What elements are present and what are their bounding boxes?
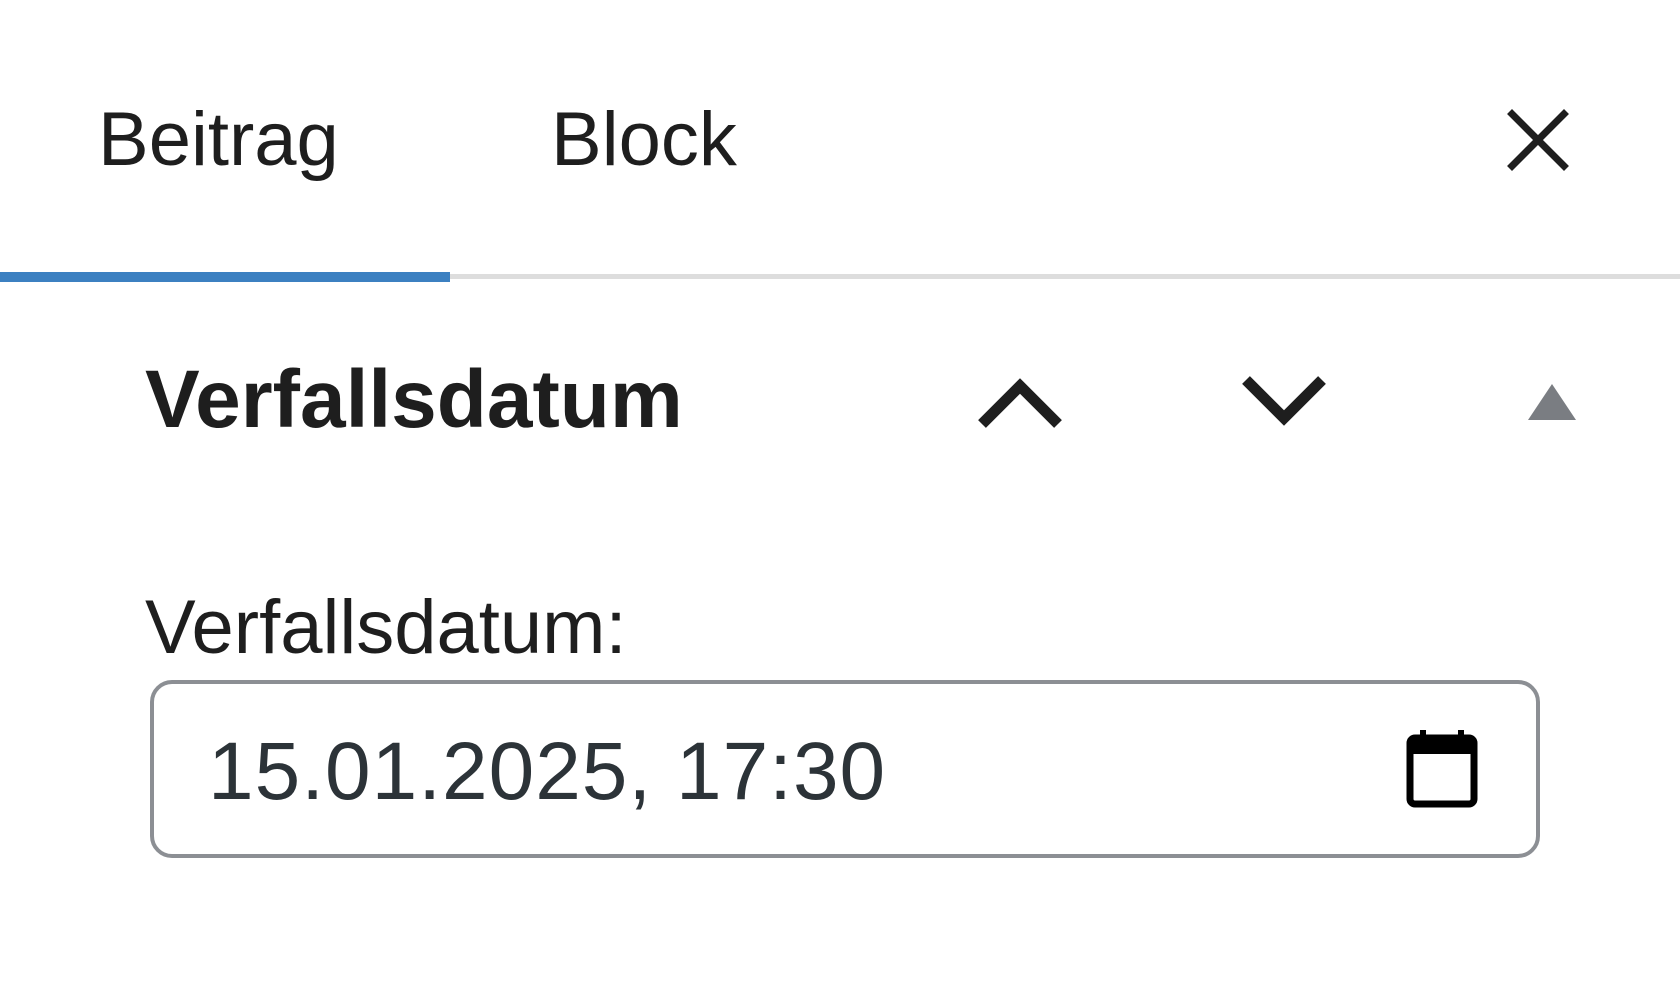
tab-block[interactable]: Block [551, 92, 737, 188]
chevron-up-icon [976, 374, 1064, 435]
active-tab-indicator [0, 272, 450, 282]
calendar-picker-button[interactable] [1406, 728, 1478, 808]
date-input-value: 15.01.2025, 17:30 [208, 726, 887, 817]
calendar-icon [1406, 730, 1478, 812]
triangle-up-icon [1526, 382, 1578, 427]
move-down-button[interactable] [1236, 356, 1332, 452]
panel-title: Verfallsdatum [145, 354, 683, 445]
expiration-date-label: Verfallsdatum: [145, 585, 627, 670]
chevron-down-icon [1240, 374, 1328, 435]
expiration-date-input[interactable]: 15.01.2025, 17:30 [150, 680, 1540, 858]
close-icon [1506, 108, 1570, 177]
tab-post[interactable]: Beitrag [98, 92, 339, 188]
sidebar-tabs: Beitrag Block [0, 0, 1680, 282]
close-button[interactable] [1496, 100, 1580, 184]
panel-header: Verfallsdatum [0, 330, 1680, 470]
move-up-button[interactable] [972, 356, 1068, 452]
panel-collapse-toggle[interactable] [1504, 356, 1600, 452]
